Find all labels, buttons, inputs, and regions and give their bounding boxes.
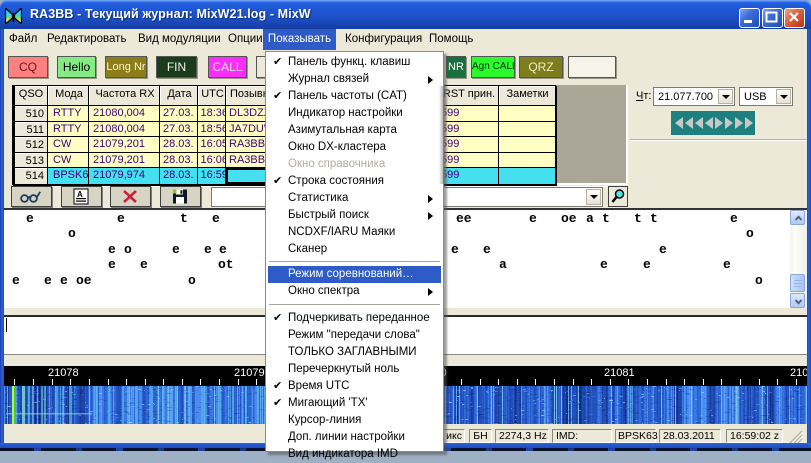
svg-text:A: A <box>77 190 83 199</box>
